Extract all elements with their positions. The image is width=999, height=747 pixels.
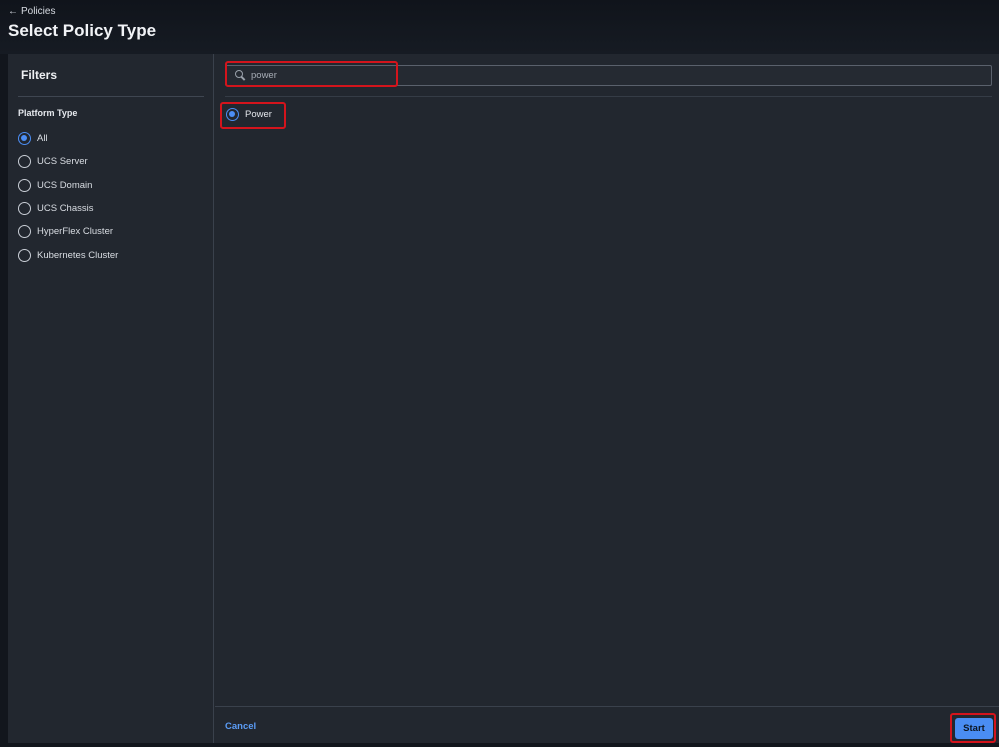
radio-label: UCS Server — [37, 156, 88, 168]
search-box[interactable] — [225, 65, 992, 86]
back-to-policies-link[interactable]: ← Policies — [8, 6, 55, 17]
cancel-button[interactable]: Cancel — [225, 721, 256, 732]
radio-label: Kubernetes Cluster — [37, 249, 119, 261]
radio-button[interactable] — [18, 155, 31, 169]
radio-button[interactable] — [18, 178, 31, 192]
divider — [225, 96, 992, 97]
platform-type-label: Platform Type — [18, 108, 78, 118]
search-icon — [235, 70, 246, 81]
platform-option-ucs-chassis[interactable]: UCS Chassis — [18, 197, 118, 220]
filters-sidebar: Filters Platform Type All UCS Server UCS… — [8, 54, 214, 743]
divider — [18, 96, 204, 97]
policy-option-power[interactable]: Power — [226, 108, 272, 121]
start-button[interactable]: Start — [955, 718, 993, 739]
radio-button[interactable] — [18, 248, 31, 262]
page-header: ← Policies Select Policy Type — [0, 0, 999, 54]
main-panel: Filters Platform Type All UCS Server UCS… — [8, 54, 999, 743]
policy-option-label: Power — [245, 109, 272, 120]
footer-divider — [215, 706, 999, 707]
filters-title: Filters — [21, 68, 58, 82]
radio-label: All — [37, 133, 48, 145]
radio-button[interactable] — [18, 202, 31, 216]
platform-option-all[interactable]: All — [18, 127, 118, 150]
back-link-label: Policies — [21, 6, 56, 17]
radio-button[interactable] — [18, 225, 31, 239]
radio-label: UCS Chassis — [37, 203, 94, 215]
platform-option-ucs-domain[interactable]: UCS Domain — [18, 174, 118, 197]
radio-label: HyperFlex Cluster — [37, 226, 114, 238]
radio-button[interactable] — [226, 108, 239, 121]
platform-option-hyperflex-cluster[interactable]: HyperFlex Cluster — [18, 220, 118, 243]
search-input[interactable] — [251, 70, 991, 81]
arrow-left-icon: ← — [8, 6, 18, 17]
radio-label: UCS Domain — [37, 179, 93, 191]
radio-button[interactable] — [18, 132, 31, 146]
policy-type-content: Power Cancel Start — [215, 54, 999, 743]
page-title: Select Policy Type — [8, 21, 157, 40]
platform-option-ucs-server[interactable]: UCS Server — [18, 150, 118, 173]
platform-option-kubernetes-cluster[interactable]: Kubernetes Cluster — [18, 243, 118, 266]
platform-type-radio-group: All UCS Server UCS Domain UCS Chassis Hy… — [18, 127, 118, 267]
